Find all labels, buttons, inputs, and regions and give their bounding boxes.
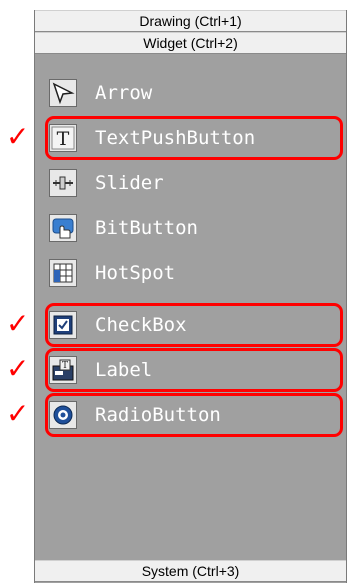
arrow-cursor-icon [49, 79, 77, 107]
check-mark-label: ✓ [6, 352, 30, 385]
toolbox-panel: Drawing (Ctrl+1) Widget (Ctrl+2) Arrow T… [34, 10, 347, 583]
svg-text:T: T [57, 128, 70, 150]
check-mark-radiobutton: ✓ [6, 397, 30, 430]
radio-button-icon [49, 401, 77, 429]
widget-item-label: Slider [95, 172, 164, 194]
drawing-section-header[interactable]: Drawing (Ctrl+1) [35, 10, 346, 32]
widget-item-radiobutton[interactable]: RadioButton [49, 394, 339, 436]
widget-item-label: HotSpot [95, 262, 176, 284]
widget-item-arrow[interactable]: Arrow [49, 72, 339, 114]
bit-button-icon [49, 214, 77, 242]
widget-item-hotspot[interactable]: HotSpot [49, 252, 339, 294]
hotspot-icon [49, 259, 77, 287]
widget-item-slider[interactable]: Slider [49, 162, 339, 204]
widget-item-label-widget[interactable]: T Label [49, 349, 339, 391]
text-t-icon: T [49, 124, 77, 152]
system-section-header[interactable]: System (Ctrl+3) [35, 560, 346, 582]
widget-item-label: CheckBox [95, 314, 187, 336]
checkbox-icon [49, 311, 77, 339]
widget-section-header[interactable]: Widget (Ctrl+2) [35, 32, 346, 54]
slider-icon [49, 169, 77, 197]
widget-item-label: RadioButton [95, 404, 221, 426]
check-mark-textpushbutton: ✓ [6, 120, 30, 153]
svg-text:T: T [62, 361, 68, 371]
widget-item-textpushbutton[interactable]: T TextPushButton [49, 117, 339, 159]
check-mark-checkbox: ✓ [6, 307, 30, 340]
widget-item-label: Label [95, 359, 153, 381]
widget-item-checkbox[interactable]: CheckBox [49, 304, 339, 346]
widget-item-label: TextPushButton [95, 127, 256, 149]
widget-item-label: Arrow [95, 82, 153, 104]
widget-item-bitbutton[interactable]: BitButton [49, 207, 339, 249]
label-icon: T [49, 356, 77, 384]
widget-item-label: BitButton [95, 217, 198, 239]
